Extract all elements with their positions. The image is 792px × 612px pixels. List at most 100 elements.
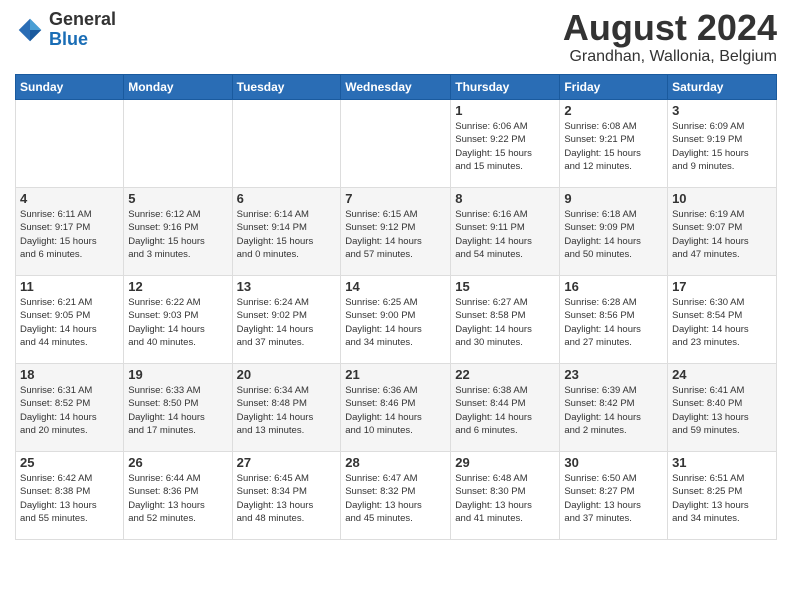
day-number: 24 [672,367,772,382]
calendar-cell: 9 Sunrise: 6:18 AM Sunset: 9:09 PM Daylig… [560,188,668,276]
day-info: Sunrise: 6:15 AM Sunset: 9:12 PM Dayligh… [345,208,446,261]
day-info: Sunrise: 6:47 AM Sunset: 8:32 PM Dayligh… [345,472,446,525]
day-number: 25 [20,455,119,470]
col-tuesday: Tuesday [232,75,341,100]
day-number: 10 [672,191,772,206]
day-number: 13 [237,279,337,294]
calendar-header-row: Sunday Monday Tuesday Wednesday Thursday… [16,75,777,100]
calendar-cell: 17Sunrise: 6:30 AM Sunset: 8:54 PM Dayli… [668,276,777,364]
month-title: August 2024 [563,10,777,46]
calendar-cell: 22Sunrise: 6:38 AM Sunset: 8:44 PM Dayli… [451,364,560,452]
calendar-cell: 28 Sunrise: 6:47 AM Sunset: 8:32 PM Dayli… [341,452,451,540]
day-number: 2 [564,103,663,118]
calendar-cell: 1 Sunrise: 6:06 AM Sunset: 9:22 PM Daylig… [451,100,560,188]
calendar-cell [232,100,341,188]
calendar-cell: 5 Sunrise: 6:12 AM Sunset: 9:16 PM Daylig… [124,188,232,276]
logo: General Blue [15,10,116,50]
logo-line2: Blue [49,29,88,49]
day-number: 3 [672,103,772,118]
calendar-cell: 11 Sunrise: 6:21 AM Sunset: 9:05 PM Dayli… [16,276,124,364]
day-number: 27 [237,455,337,470]
day-number: 14 [345,279,446,294]
day-info: Sunrise: 6:18 AM Sunset: 9:09 PM Dayligh… [564,208,663,261]
day-number: 28 [345,455,446,470]
header: General Blue August 2024 Grandhan, Wallo… [15,10,777,66]
calendar-cell: 10Sunrise: 6:19 AM Sunset: 9:07 PM Dayli… [668,188,777,276]
day-number: 1 [455,103,555,118]
day-info: Sunrise: 6:12 AM Sunset: 9:16 PM Dayligh… [128,208,227,261]
calendar-cell: 8 Sunrise: 6:16 AM Sunset: 9:11 PM Daylig… [451,188,560,276]
day-info: Sunrise: 6:09 AM Sunset: 9:19 PM Dayligh… [672,120,772,173]
day-number: 18 [20,367,119,382]
calendar-cell: 16 Sunrise: 6:28 AM Sunset: 8:56 PM Dayli… [560,276,668,364]
calendar-cell: 26 Sunrise: 6:44 AM Sunset: 8:36 PM Dayli… [124,452,232,540]
day-info: Sunrise: 6:42 AM Sunset: 8:38 PM Dayligh… [20,472,119,525]
day-number: 30 [564,455,663,470]
day-number: 11 [20,279,119,294]
day-number: 15 [455,279,555,294]
day-number: 23 [564,367,663,382]
calendar-cell [124,100,232,188]
calendar-cell: 12 Sunrise: 6:22 AM Sunset: 9:03 PM Dayli… [124,276,232,364]
calendar-cell: 23 Sunrise: 6:39 AM Sunset: 8:42 PM Dayli… [560,364,668,452]
day-info: Sunrise: 6:31 AM Sunset: 8:52 PM Dayligh… [20,384,119,437]
day-info: Sunrise: 6:16 AM Sunset: 9:11 PM Dayligh… [455,208,555,261]
calendar-week-4: 18 Sunrise: 6:31 AM Sunset: 8:52 PM Dayli… [16,364,777,452]
day-info: Sunrise: 6:38 AM Sunset: 8:44 PM Dayligh… [455,384,555,437]
day-info: Sunrise: 6:14 AM Sunset: 9:14 PM Dayligh… [237,208,337,261]
calendar-week-3: 11 Sunrise: 6:21 AM Sunset: 9:05 PM Dayli… [16,276,777,364]
calendar-cell: 29Sunrise: 6:48 AM Sunset: 8:30 PM Dayli… [451,452,560,540]
calendar-cell: 7 Sunrise: 6:15 AM Sunset: 9:12 PM Daylig… [341,188,451,276]
day-info: Sunrise: 6:33 AM Sunset: 8:50 PM Dayligh… [128,384,227,437]
col-thursday: Thursday [451,75,560,100]
calendar-cell [341,100,451,188]
day-info: Sunrise: 6:21 AM Sunset: 9:05 PM Dayligh… [20,296,119,349]
calendar-cell: 25 Sunrise: 6:42 AM Sunset: 8:38 PM Dayli… [16,452,124,540]
day-info: Sunrise: 6:36 AM Sunset: 8:46 PM Dayligh… [345,384,446,437]
day-number: 19 [128,367,227,382]
day-number: 4 [20,191,119,206]
day-info: Sunrise: 6:44 AM Sunset: 8:36 PM Dayligh… [128,472,227,525]
calendar-cell: 21Sunrise: 6:36 AM Sunset: 8:46 PM Dayli… [341,364,451,452]
day-number: 31 [672,455,772,470]
day-number: 8 [455,191,555,206]
day-number: 16 [564,279,663,294]
day-number: 7 [345,191,446,206]
day-info: Sunrise: 6:51 AM Sunset: 8:25 PM Dayligh… [672,472,772,525]
calendar-week-5: 25 Sunrise: 6:42 AM Sunset: 8:38 PM Dayli… [16,452,777,540]
calendar-week-1: 1 Sunrise: 6:06 AM Sunset: 9:22 PM Daylig… [16,100,777,188]
day-info: Sunrise: 6:22 AM Sunset: 9:03 PM Dayligh… [128,296,227,349]
day-info: Sunrise: 6:28 AM Sunset: 8:56 PM Dayligh… [564,296,663,349]
logo-line1: General [49,10,116,30]
day-info: Sunrise: 6:08 AM Sunset: 9:21 PM Dayligh… [564,120,663,173]
col-sunday: Sunday [16,75,124,100]
day-info: Sunrise: 6:45 AM Sunset: 8:34 PM Dayligh… [237,472,337,525]
logo-text: General Blue [49,10,116,50]
location-subtitle: Grandhan, Wallonia, Belgium [563,48,777,66]
title-block: August 2024 Grandhan, Wallonia, Belgium [563,10,777,66]
calendar-cell: 19 Sunrise: 6:33 AM Sunset: 8:50 PM Dayli… [124,364,232,452]
day-number: 6 [237,191,337,206]
calendar-cell: 13Sunrise: 6:24 AM Sunset: 9:02 PM Dayli… [232,276,341,364]
col-saturday: Saturday [668,75,777,100]
col-wednesday: Wednesday [341,75,451,100]
day-number: 12 [128,279,227,294]
day-info: Sunrise: 6:27 AM Sunset: 8:58 PM Dayligh… [455,296,555,349]
col-friday: Friday [560,75,668,100]
calendar-cell [16,100,124,188]
calendar: Sunday Monday Tuesday Wednesday Thursday… [15,74,777,540]
calendar-cell: 30Sunrise: 6:50 AM Sunset: 8:27 PM Dayli… [560,452,668,540]
day-info: Sunrise: 6:11 AM Sunset: 9:17 PM Dayligh… [20,208,119,261]
day-info: Sunrise: 6:48 AM Sunset: 8:30 PM Dayligh… [455,472,555,525]
day-info: Sunrise: 6:06 AM Sunset: 9:22 PM Dayligh… [455,120,555,173]
day-number: 26 [128,455,227,470]
logo-icon [15,15,45,45]
day-info: Sunrise: 6:39 AM Sunset: 8:42 PM Dayligh… [564,384,663,437]
day-number: 5 [128,191,227,206]
day-number: 9 [564,191,663,206]
calendar-cell: 20Sunrise: 6:34 AM Sunset: 8:48 PM Dayli… [232,364,341,452]
day-info: Sunrise: 6:41 AM Sunset: 8:40 PM Dayligh… [672,384,772,437]
day-info: Sunrise: 6:25 AM Sunset: 9:00 PM Dayligh… [345,296,446,349]
col-monday: Monday [124,75,232,100]
calendar-cell: 24 Sunrise: 6:41 AM Sunset: 8:40 PM Dayli… [668,364,777,452]
